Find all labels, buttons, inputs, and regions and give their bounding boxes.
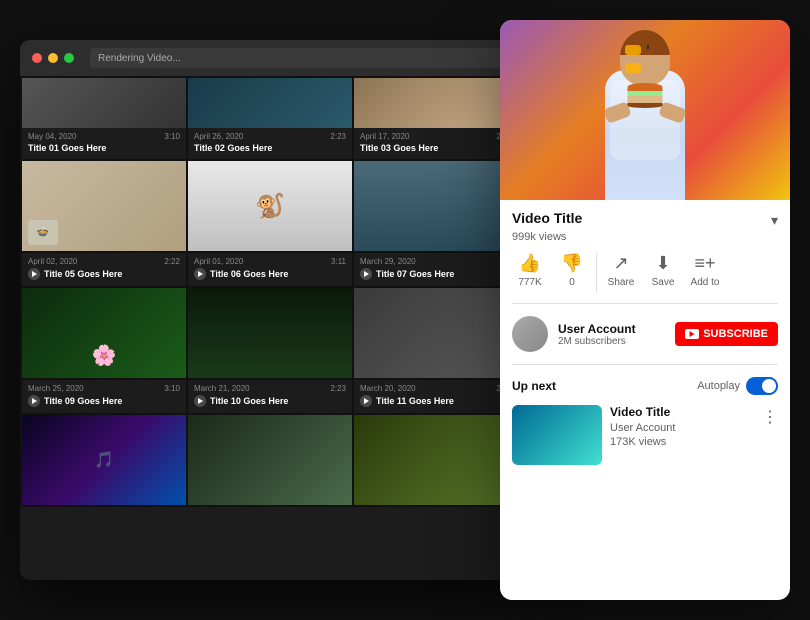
yt-actions: 👍 777K 👎 0 ↗ Share ⬇ Save ≡+ bbox=[512, 253, 778, 304]
video-card-3-3[interactable]: March 29, 2020 2: Title 07 Goes Here bbox=[354, 253, 518, 286]
video-duration: 2:23 bbox=[330, 132, 346, 141]
video-duration: 2:22 bbox=[164, 257, 180, 266]
share-button[interactable]: ↗ Share bbox=[603, 253, 639, 293]
video-title: Title 05 Goes Here bbox=[28, 268, 180, 280]
up-next-row: Up next Autoplay bbox=[512, 377, 778, 395]
chevron-down-icon[interactable]: ▾ bbox=[771, 212, 778, 229]
subscribe-button[interactable]: SUBSCRIBE bbox=[675, 322, 778, 346]
next-video-thumbnail bbox=[512, 405, 602, 465]
video-title: Title 10 Goes Here bbox=[194, 395, 346, 407]
share-icon: ↗ bbox=[613, 253, 628, 274]
video-grid: May 04, 2020 3:10 Title 01 Goes Here Apr… bbox=[20, 76, 520, 507]
share-label: Share bbox=[608, 277, 635, 288]
video-card-4-2[interactable] bbox=[188, 288, 352, 378]
video-card-2-2[interactable]: 🐒 bbox=[188, 161, 352, 251]
minimize-dot[interactable] bbox=[48, 53, 58, 63]
yt-body: Video Title ▾ 999k views 👍 777K 👎 0 ↗ Sh… bbox=[500, 200, 790, 600]
video-date: April 02, 2020 bbox=[28, 257, 77, 266]
video-date: March 29, 2020 bbox=[360, 257, 416, 266]
video-duration: 2:23 bbox=[330, 384, 346, 393]
youtube-panel: Video Title ▾ 999k views 👍 777K 👎 0 ↗ Sh… bbox=[500, 20, 790, 600]
channel-name[interactable]: User Account bbox=[558, 322, 665, 336]
like-count: 777K bbox=[518, 277, 541, 288]
video-title: Title 09 Goes Here bbox=[28, 395, 180, 407]
thumbs-down-icon: 👎 bbox=[561, 253, 583, 274]
like-button[interactable]: 👍 777K bbox=[512, 253, 548, 293]
up-next-label: Up next bbox=[512, 379, 556, 393]
next-video-info: Video Title User Account 173K views bbox=[610, 405, 754, 465]
yt-channel-row: User Account 2M subscribers SUBSCRIBE bbox=[512, 316, 778, 365]
address-text: Rendering Video... bbox=[98, 53, 181, 64]
channel-avatar bbox=[512, 316, 548, 352]
video-title: Title 06 Goes Here bbox=[194, 268, 346, 280]
yt-title-row: Video Title ▾ bbox=[512, 210, 778, 229]
next-thumb-image bbox=[512, 405, 602, 465]
video-title: Title 02 Goes Here bbox=[194, 143, 346, 153]
address-bar: Rendering Video... bbox=[90, 48, 508, 68]
video-duration: 3:10 bbox=[164, 132, 180, 141]
video-date: May 04, 2020 bbox=[28, 132, 76, 141]
next-video-channel: User Account bbox=[610, 422, 754, 434]
video-card-4-1[interactable]: 🌸 bbox=[22, 288, 186, 378]
video-date: April 26, 2020 bbox=[194, 132, 243, 141]
video-card-6-3[interactable] bbox=[354, 415, 518, 505]
save-label: Save bbox=[652, 277, 675, 288]
video-date: March 21, 2020 bbox=[194, 384, 250, 393]
dislike-count: 0 bbox=[569, 277, 575, 288]
subscribe-label: SUBSCRIBE bbox=[703, 328, 768, 340]
browser-bar: Rendering Video... bbox=[20, 40, 520, 76]
thumbs-up-icon: 👍 bbox=[519, 253, 541, 274]
hero-image bbox=[500, 20, 790, 200]
video-title: Title 03 Goes Here bbox=[360, 143, 512, 153]
video-card-t1[interactable]: May 04, 2020 3:10 Title 01 Goes Here bbox=[22, 78, 186, 159]
channel-info: User Account 2M subscribers bbox=[558, 322, 665, 347]
yt-hero bbox=[500, 20, 790, 200]
youtube-logo-icon bbox=[685, 329, 699, 339]
subscriber-count: 2M subscribers bbox=[558, 336, 665, 347]
video-duration: 3:11 bbox=[331, 257, 346, 266]
yt-video-title: Video Title bbox=[512, 210, 582, 226]
save-button[interactable]: ⬇ Save bbox=[645, 253, 681, 293]
next-video-views: 173K views bbox=[610, 436, 754, 448]
video-card-5-1[interactable]: March 25, 2020 3:10 Title 09 Goes Here bbox=[22, 380, 186, 413]
video-title: Title 07 Goes Here bbox=[360, 268, 512, 280]
save-icon: ⬇ bbox=[655, 253, 670, 274]
dislike-button[interactable]: 👎 0 bbox=[554, 253, 590, 293]
video-card-5-3[interactable]: March 20, 2020 2:23 Title 11 Goes Here bbox=[354, 380, 518, 413]
video-card-6-2[interactable] bbox=[188, 415, 352, 505]
video-duration: 3:10 bbox=[164, 384, 180, 393]
autoplay-toggle[interactable] bbox=[746, 377, 778, 395]
next-video-title: Video Title bbox=[610, 405, 754, 419]
video-date: April 01, 2020 bbox=[194, 257, 243, 266]
video-card-3-2[interactable]: April 01, 2020 3:11 Title 06 Goes Here bbox=[188, 253, 352, 286]
scene: Rendering Video... May 04, 2020 3:10 Tit… bbox=[0, 0, 810, 620]
video-card-3-1[interactable]: April 02, 2020 2:22 Title 05 Goes Here bbox=[22, 253, 186, 286]
video-title: Title 11 Goes Here bbox=[360, 395, 512, 407]
video-card-t2[interactable]: April 26, 2020 2:23 Title 02 Goes Here bbox=[188, 78, 352, 159]
close-dot[interactable] bbox=[32, 53, 42, 63]
video-card-6-1[interactable]: 🎵 bbox=[22, 415, 186, 505]
addto-label: Add to bbox=[691, 277, 720, 288]
addto-button[interactable]: ≡+ Add to bbox=[687, 253, 723, 293]
autoplay-row: Autoplay bbox=[697, 377, 778, 395]
video-card-5-2[interactable]: March 21, 2020 2:23 Title 10 Goes Here bbox=[188, 380, 352, 413]
video-title: Title 01 Goes Here bbox=[28, 143, 180, 153]
video-card-2-1[interactable]: 🍲 bbox=[22, 161, 186, 251]
browser-window: Rendering Video... May 04, 2020 3:10 Tit… bbox=[20, 40, 520, 580]
video-date: March 25, 2020 bbox=[28, 384, 84, 393]
browser-content: May 04, 2020 3:10 Title 01 Goes Here Apr… bbox=[20, 76, 520, 580]
yt-views: 999k views bbox=[512, 231, 778, 243]
autoplay-label: Autoplay bbox=[697, 380, 740, 392]
actions-divider bbox=[596, 253, 597, 293]
maximize-dot[interactable] bbox=[64, 53, 74, 63]
video-card-t3[interactable]: April 17, 2020 2:23 Title 03 Goes Here bbox=[354, 78, 518, 159]
addto-icon: ≡+ bbox=[694, 253, 715, 274]
video-date: March 20, 2020 bbox=[360, 384, 416, 393]
next-video-card[interactable]: Video Title User Account 173K views ⋮ bbox=[512, 405, 778, 465]
video-card-2-3[interactable] bbox=[354, 161, 518, 251]
video-card-4-3[interactable] bbox=[354, 288, 518, 378]
video-date: April 17, 2020 bbox=[360, 132, 409, 141]
more-options-icon[interactable]: ⋮ bbox=[762, 407, 778, 427]
